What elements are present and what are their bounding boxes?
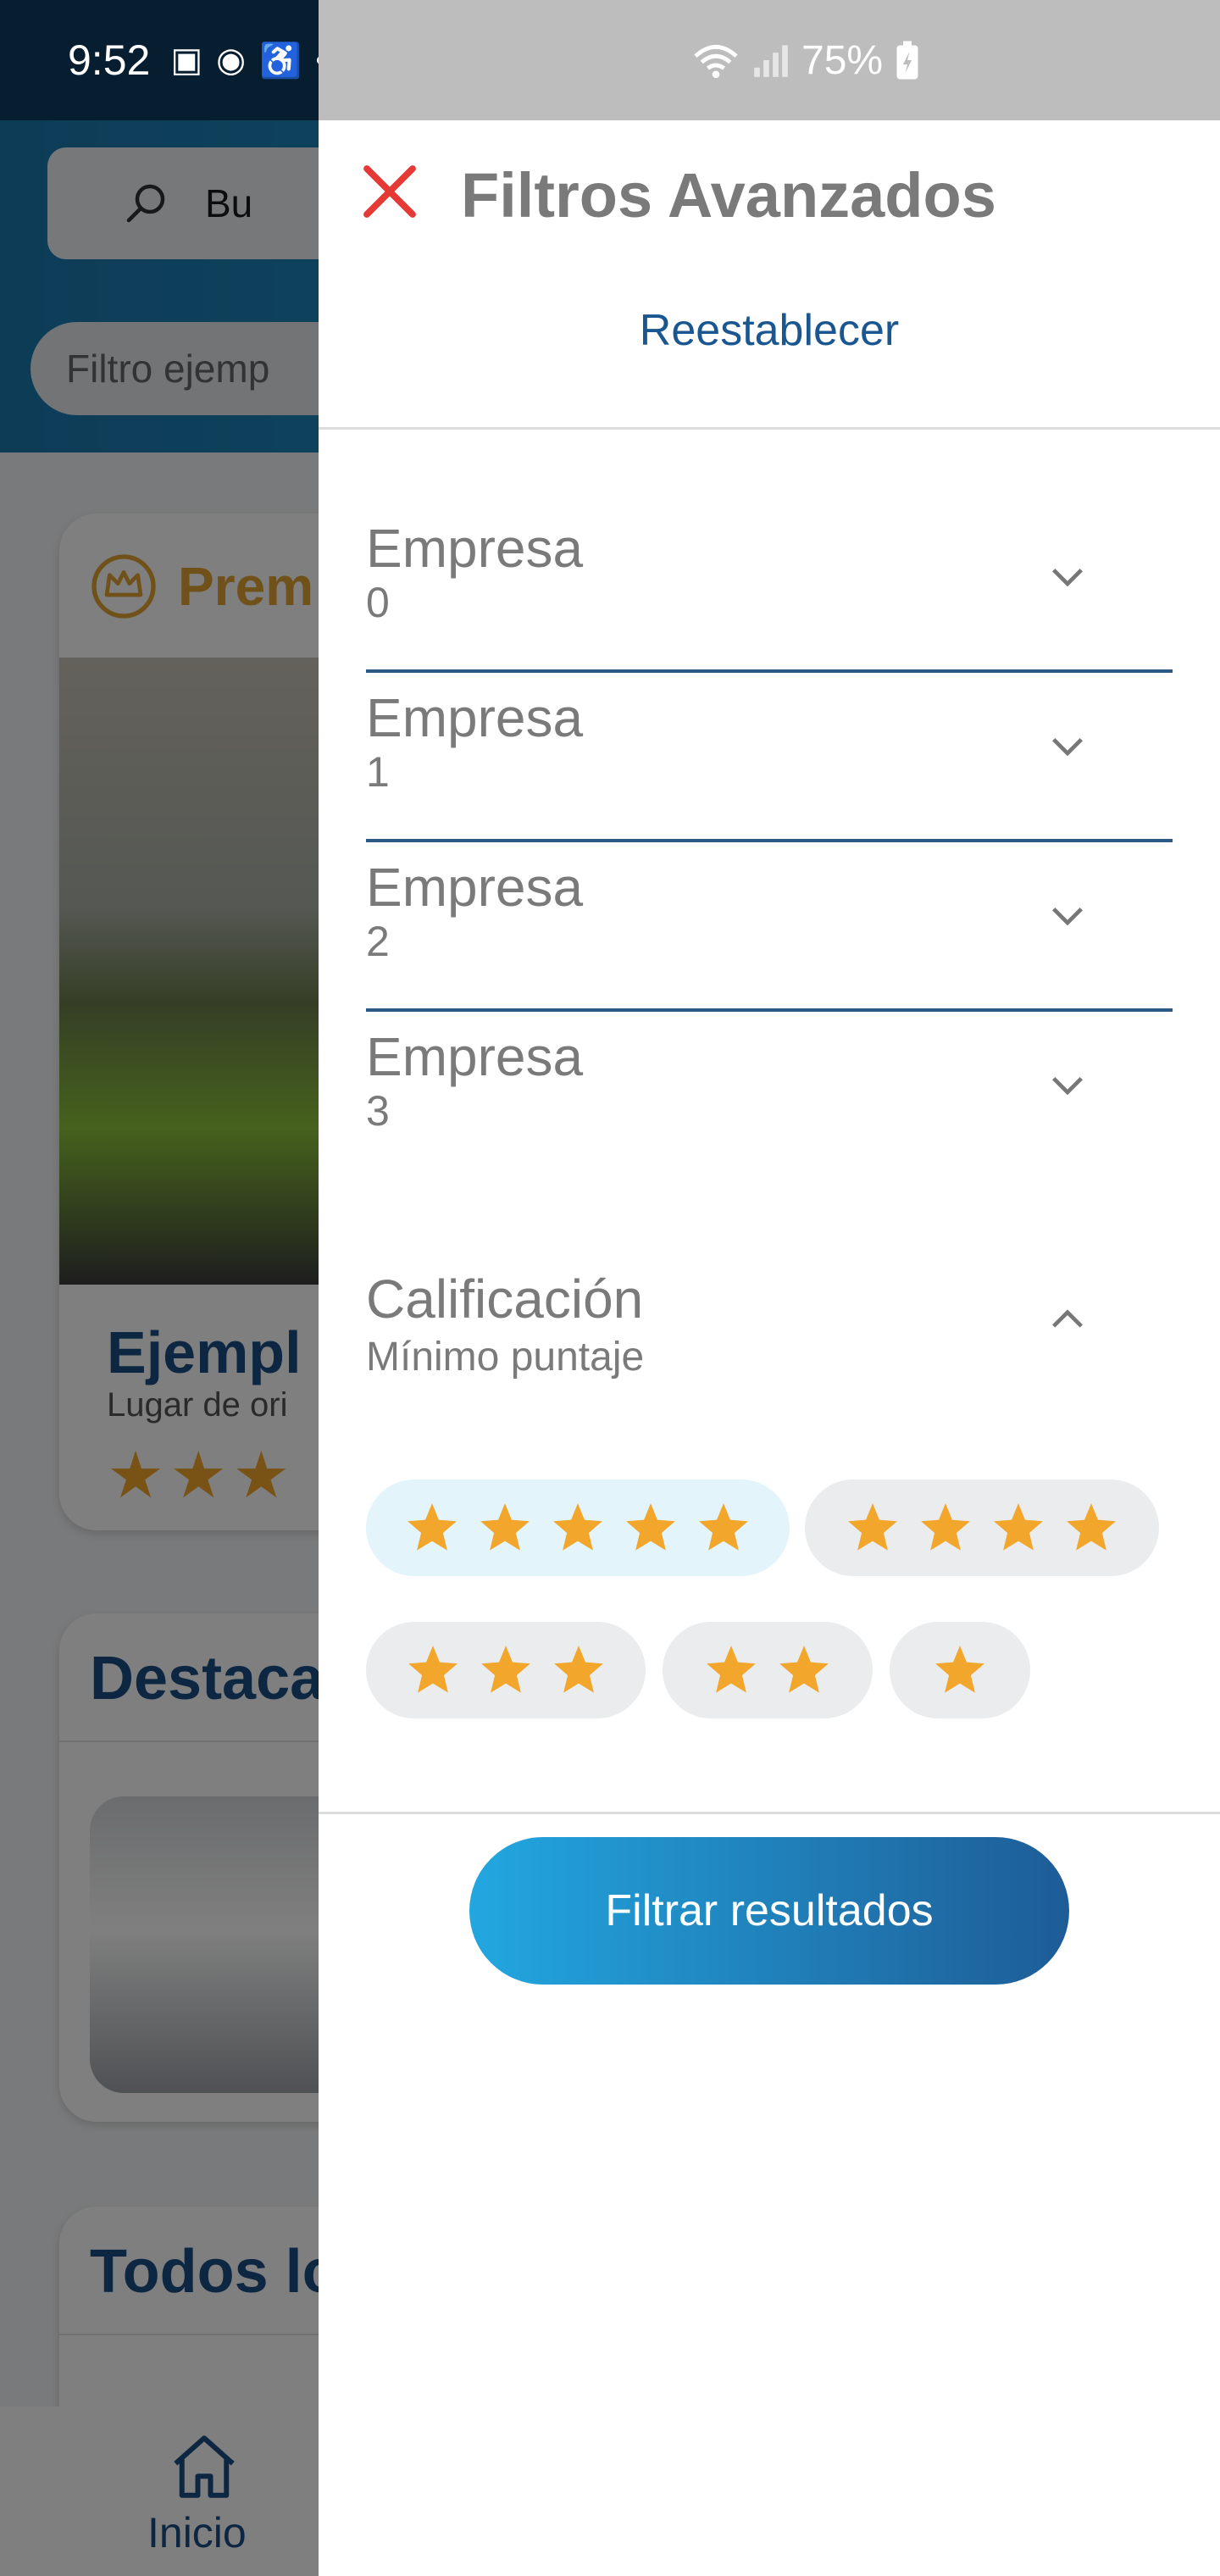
star-icon xyxy=(408,1646,458,1693)
battery-percent: 75% xyxy=(801,37,884,83)
battery-charging-icon xyxy=(896,41,918,80)
whatsapp-icon: ◉ xyxy=(216,42,247,79)
drawer-title: Filtros Avanzados xyxy=(461,160,996,230)
rating-option-4-stars[interactable] xyxy=(805,1480,1159,1576)
rating-filter[interactable]: Calificación Mínimo puntaje xyxy=(366,1268,1173,1380)
star-icon xyxy=(921,1503,970,1551)
company-filter-1[interactable]: Empresa 1 xyxy=(366,686,1173,854)
advanced-filters-drawer: 75% Filtros Avanzados Reestablecer Empre… xyxy=(319,0,1220,2576)
star-icon xyxy=(626,1503,675,1551)
company-filter-label: Empresa xyxy=(366,687,584,748)
company-filter-value: 2 xyxy=(366,918,390,965)
company-filter-0[interactable]: Empresa 0 xyxy=(366,517,1173,685)
chevron-up-icon xyxy=(1052,1309,1083,1328)
star-icon xyxy=(408,1503,457,1551)
star-icon xyxy=(699,1503,748,1551)
chevron-down-icon xyxy=(1052,569,1083,587)
rating-option-2-stars[interactable] xyxy=(663,1622,873,1718)
chevron-down-icon xyxy=(1052,738,1083,757)
status-bar-left: 9:52 ▣ ◉ ♿ ● xyxy=(0,0,327,120)
star-icon xyxy=(779,1646,829,1693)
apply-filters-button[interactable]: Filtrar resultados xyxy=(469,1837,1069,1985)
accessibility-icon: ♿ xyxy=(259,42,302,80)
company-filter-2[interactable]: Empresa 2 xyxy=(366,856,1173,1024)
field-underline xyxy=(366,839,1173,842)
company-filter-value: 0 xyxy=(366,579,390,626)
rating-option-3-stars[interactable] xyxy=(366,1622,646,1718)
company-filter-label: Empresa xyxy=(366,518,584,579)
wifi-icon xyxy=(694,45,738,79)
rating-option-5-stars[interactable] xyxy=(366,1480,790,1576)
status-time: 9:52 xyxy=(68,36,151,84)
star-icon xyxy=(553,1503,602,1551)
rating-option-1-stars[interactable] xyxy=(890,1622,1030,1718)
reset-button[interactable]: Reestablecer xyxy=(319,305,1220,356)
field-underline xyxy=(366,669,1173,673)
signal-icon xyxy=(754,45,788,77)
company-filter-label: Empresa xyxy=(366,857,584,918)
star-icon xyxy=(707,1646,756,1693)
star-icon xyxy=(481,1646,530,1693)
field-underline xyxy=(366,1008,1173,1012)
star-icon xyxy=(848,1503,897,1551)
company-filter-label: Empresa xyxy=(366,1026,584,1087)
header-divider xyxy=(319,427,1220,430)
company-filter-3[interactable]: Empresa 3 xyxy=(366,1025,1173,1193)
star-icon xyxy=(480,1503,530,1551)
close-icon[interactable] xyxy=(359,161,420,222)
star-icon xyxy=(554,1646,603,1693)
status-bar-right: 75% xyxy=(319,0,1220,120)
company-filter-value: 1 xyxy=(366,748,390,796)
gallery-icon: ▣ xyxy=(170,42,203,79)
star-icon xyxy=(1067,1503,1116,1551)
company-filter-value: 3 xyxy=(366,1087,390,1135)
star-icon xyxy=(994,1503,1043,1551)
chevron-down-icon xyxy=(1052,1077,1083,1096)
star-icon xyxy=(935,1646,984,1693)
footer-divider xyxy=(319,1812,1220,1814)
chevron-down-icon xyxy=(1052,908,1083,926)
